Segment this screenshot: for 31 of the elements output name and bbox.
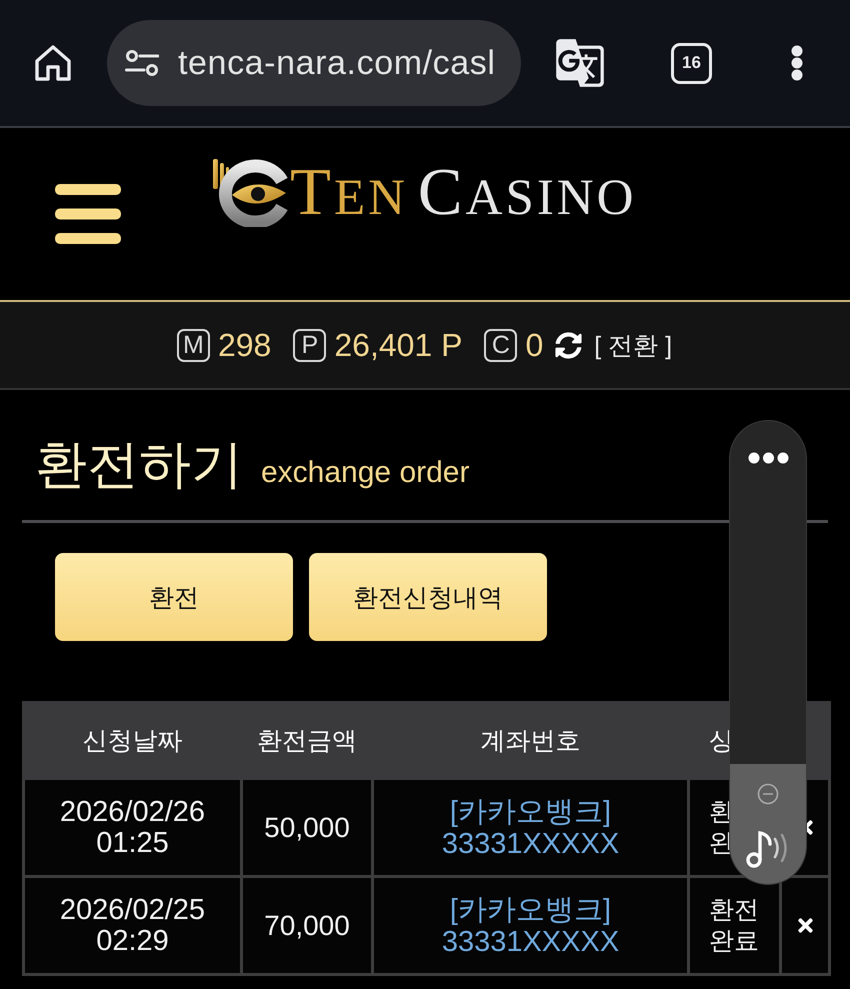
refresh-icon[interactable] — [555, 332, 582, 358]
amount-cell: 70,000 — [242, 876, 372, 975]
amount-cell: 50,000 — [242, 778, 372, 877]
home-icon[interactable] — [34, 44, 72, 82]
balance-value: 298 — [218, 326, 272, 364]
date-cell: 2026/02/26 01:25 — [24, 778, 242, 877]
page-subtitle: exchange order — [261, 456, 470, 490]
logo-icon — [210, 157, 290, 227]
balance-value: 0 — [525, 326, 544, 364]
minus-circle-icon[interactable] — [757, 783, 779, 805]
more-icon[interactable] — [791, 45, 803, 81]
status-cell: 환전 완료 — [688, 876, 780, 975]
column-header: 신청날짜 — [24, 702, 242, 779]
tab-count-button[interactable]: 16 — [671, 42, 712, 84]
tune-icon[interactable] — [125, 50, 159, 76]
currency-badge: C — [484, 328, 518, 362]
address-bar[interactable]: tenca-nara.com/casl — [107, 20, 521, 106]
column-header: 계좌번호 — [372, 702, 688, 779]
balance-value: 26,401 P — [334, 326, 462, 364]
logo-text: TEN CASINO — [290, 158, 638, 226]
page-title: 환전하기 — [35, 435, 243, 496]
translate-icon[interactable] — [554, 37, 606, 89]
tab-button[interactable]: 환전 — [55, 553, 293, 642]
currency-badge: P — [293, 328, 326, 362]
date-cell: 2026/02/25 02:29 — [24, 876, 242, 975]
currency-badge: M — [176, 328, 210, 362]
tab-button[interactable]: 환전신청내역 — [309, 553, 547, 642]
convert-link[interactable]: [ 전환 ] — [594, 328, 672, 362]
menu-icon[interactable] — [55, 184, 121, 244]
url-text: tenca-nara.com/casl — [178, 44, 496, 82]
more-icon[interactable] — [748, 452, 788, 464]
